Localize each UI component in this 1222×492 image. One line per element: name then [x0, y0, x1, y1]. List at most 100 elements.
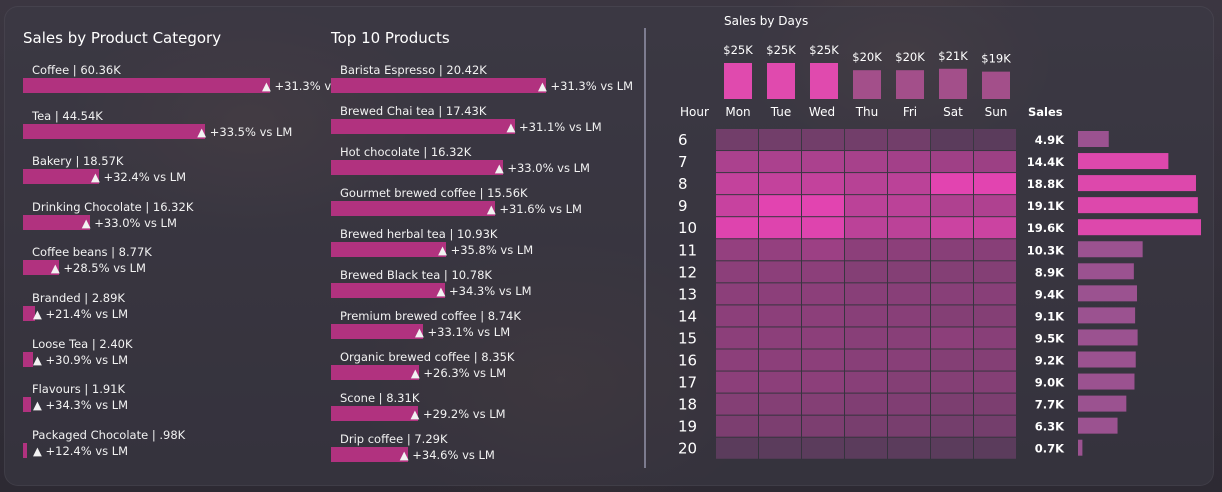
day-label: Tue	[770, 105, 792, 119]
heat-cell	[802, 393, 844, 415]
heat-cell	[931, 151, 973, 173]
heat-cell	[759, 349, 801, 371]
days-title: Sales by Days	[724, 14, 808, 28]
heat-cell	[759, 261, 801, 283]
hour-sales-bar	[1078, 263, 1134, 280]
hour-sales-label: 9.0K	[1035, 376, 1065, 390]
day-value-label: $21K	[938, 49, 968, 63]
heat-cell	[845, 261, 887, 283]
hour-sales-label: 4.9K	[1035, 133, 1065, 147]
heat-cell	[931, 217, 973, 239]
day-label: Sun	[985, 105, 1008, 119]
day-bar	[853, 70, 881, 99]
heat-cell	[888, 371, 930, 393]
heat-cell	[845, 349, 887, 371]
heat-cell	[716, 437, 758, 459]
heat-cell	[716, 371, 758, 393]
hour-label: 16	[678, 352, 697, 370]
heat-cell	[802, 437, 844, 459]
heat-cell	[888, 415, 930, 437]
day-bar	[982, 71, 1010, 99]
heat-cell	[759, 195, 801, 217]
heat-cell	[974, 129, 1016, 151]
hour-sales-bar	[1078, 395, 1127, 412]
heat-cell	[845, 151, 887, 173]
hour-sales-label: 9.4K	[1035, 287, 1065, 301]
heat-cell	[888, 217, 930, 239]
heat-cell	[845, 129, 887, 151]
day-value-label: $19K	[981, 52, 1011, 66]
heat-cell	[802, 283, 844, 305]
heat-cell	[716, 393, 758, 415]
heat-cell	[716, 283, 758, 305]
heat-cell	[974, 305, 1016, 327]
hour-sales-bar	[1078, 131, 1109, 147]
heat-cell	[974, 239, 1016, 261]
heat-cell	[888, 393, 930, 415]
heat-cell	[802, 327, 844, 349]
heat-cell	[974, 371, 1016, 393]
hour-label: 6	[678, 131, 688, 149]
hour-sales-label: 19.6K	[1027, 221, 1065, 235]
day-bar	[724, 63, 752, 99]
day-value-label: $25K	[809, 43, 839, 57]
heat-cell	[716, 217, 758, 239]
hour-sales-label: 18.8K	[1027, 177, 1065, 191]
hour-label: 10	[678, 219, 697, 237]
hour-sales-bar	[1078, 439, 1083, 456]
day-value-label: $25K	[766, 43, 796, 57]
heat-cell	[716, 261, 758, 283]
hour-sales-label: 9.2K	[1035, 354, 1065, 368]
hour-sales-bar	[1078, 417, 1118, 434]
heat-cell	[888, 129, 930, 151]
heat-cell	[845, 437, 887, 459]
heat-cell	[888, 239, 930, 261]
heat-cell	[974, 349, 1016, 371]
hour-sales-bar	[1078, 175, 1196, 192]
heat-cell	[759, 151, 801, 173]
day-bar	[939, 68, 967, 99]
heat-cell	[802, 261, 844, 283]
hour-sales-bar	[1078, 373, 1135, 390]
heat-cell	[759, 327, 801, 349]
day-label: Sat	[943, 105, 963, 119]
heat-cell	[931, 437, 973, 459]
heat-cell	[759, 217, 801, 239]
heat-cell	[716, 129, 758, 151]
hour-sales-bar	[1078, 241, 1143, 258]
sales-header: Sales	[1028, 105, 1063, 119]
heat-cell	[931, 195, 973, 217]
heat-cell	[845, 305, 887, 327]
hour-label: 19	[678, 418, 697, 436]
heat-cell	[716, 239, 758, 261]
hour-header: Hour	[680, 105, 709, 119]
heat-cell	[888, 305, 930, 327]
day-label: Mon	[725, 105, 750, 119]
hour-sales-bar	[1078, 351, 1136, 368]
heat-cell	[931, 261, 973, 283]
heat-cell	[974, 327, 1016, 349]
heat-cell	[716, 305, 758, 327]
heat-cell	[888, 349, 930, 371]
heat-cell	[974, 283, 1016, 305]
day-label: Thu	[855, 105, 879, 119]
heat-cell	[974, 415, 1016, 437]
hour-label: 8	[678, 175, 688, 193]
hour-sales-label: 19.1K	[1027, 199, 1065, 213]
hour-sales-bar	[1078, 329, 1138, 346]
heat-cell	[845, 371, 887, 393]
heat-cell	[716, 415, 758, 437]
heat-cell	[759, 173, 801, 195]
heat-cell	[845, 173, 887, 195]
hour-label: 15	[678, 329, 697, 347]
day-bar	[810, 63, 838, 99]
hour-sales-bar	[1078, 153, 1169, 170]
heat-cell	[931, 371, 973, 393]
heat-cell	[759, 239, 801, 261]
heat-cell	[845, 239, 887, 261]
heat-cell	[845, 415, 887, 437]
hour-label: 14	[678, 307, 697, 325]
heat-cell	[888, 151, 930, 173]
heat-cell	[974, 173, 1016, 195]
heat-cell	[888, 327, 930, 349]
